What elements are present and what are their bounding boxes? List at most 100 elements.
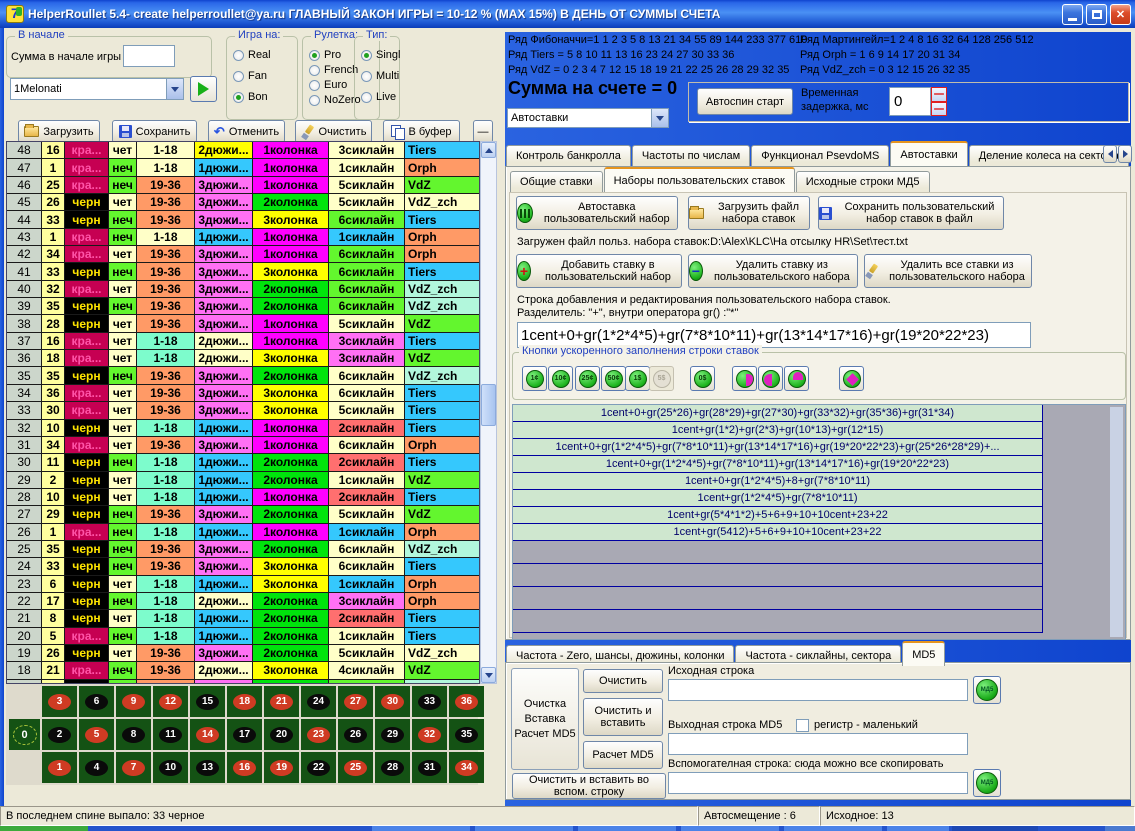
board-cell-12[interactable]: 12 bbox=[153, 686, 188, 717]
table-row[interactable]: 2433черннеч19-363дюжи...3колонка6сиклайн… bbox=[7, 558, 480, 575]
md5-aux-icon-button[interactable]: МД5 bbox=[973, 769, 1001, 797]
radio-icon[interactable] bbox=[233, 71, 244, 82]
sector-top-icon[interactable] bbox=[784, 366, 809, 391]
board-cell-25[interactable]: 25 bbox=[338, 752, 373, 783]
board-cell-5[interactable]: 5 bbox=[79, 719, 114, 750]
delete-bet-button[interactable]: − Удалить ставку из пользовательского на… bbox=[688, 254, 858, 288]
chip-50¢[interactable]: 50¢ bbox=[601, 366, 626, 391]
spinner-down-icon[interactable] bbox=[931, 102, 947, 117]
table-row[interactable]: 3436кра...чет19-363дюжи...3колонка6сикла… bbox=[7, 385, 480, 402]
tab-freq-2[interactable]: MD5 bbox=[902, 641, 945, 666]
table-row[interactable]: 4816кра...чет1-182дюжи...1колонка3сиклай… bbox=[7, 142, 480, 159]
chip-1$[interactable]: 1$ bbox=[625, 366, 650, 391]
md5-calc-icon-button[interactable]: МД5 bbox=[973, 676, 1001, 704]
radio-icon[interactable] bbox=[361, 71, 372, 82]
table-row[interactable]: 1926чернчет19-363дюжи...2колонка5сиклайн… bbox=[7, 645, 480, 662]
board-cell-26[interactable]: 26 bbox=[338, 719, 373, 750]
load-bet-file-button[interactable]: Загрузить файл набора ставок bbox=[688, 196, 810, 230]
table-row[interactable]: 2729черннеч19-363дюжи...2колонка5сиклайн… bbox=[7, 506, 480, 523]
table-row[interactable]: 4133черннеч19-363дюжи...3колонка6сиклайн… bbox=[7, 263, 480, 280]
bet-set-row[interactable]: 1cent+0+gr(1*2*4*5)+8+gr(7*8*10*11) bbox=[513, 473, 1043, 490]
board-cell-7[interactable]: 7 bbox=[116, 752, 151, 783]
autospin-start-button[interactable]: Автоспин старт bbox=[697, 88, 793, 115]
table-row[interactable]: 4234кра...чет19-363дюжи...1колонка6сикла… bbox=[7, 246, 480, 263]
scatter-icon[interactable] bbox=[839, 366, 864, 391]
table-row[interactable]: 3134кра...чет19-363дюжи...1колонка6сикла… bbox=[7, 437, 480, 454]
md5-action-box[interactable]: Очистка Вставка Расчет MD5 bbox=[511, 668, 579, 770]
tab-main-1[interactable]: Частоты по числам bbox=[632, 145, 750, 166]
taskbar-window-button-active[interactable] bbox=[952, 826, 1038, 831]
taskbar-window-button[interactable] bbox=[578, 826, 676, 831]
bet-set-row-empty[interactable] bbox=[513, 610, 1043, 633]
taskbar-window-button[interactable] bbox=[475, 826, 573, 831]
play-button[interactable] bbox=[190, 76, 217, 102]
radio-icon[interactable] bbox=[309, 65, 320, 76]
spin-history-table[interactable]: 4816кра...чет1-182дюжи...1колонка3сиклай… bbox=[6, 141, 480, 684]
toolbar-button-undo-icon[interactable]: ↶Отменить bbox=[208, 120, 285, 143]
radio-option-real[interactable]: Real bbox=[233, 49, 271, 61]
board-cell-24[interactable]: 24 bbox=[301, 686, 336, 717]
radio-option-pro[interactable]: Pro bbox=[309, 49, 341, 61]
table-row[interactable]: 471кра...неч1-181дюжи...1колонка1сиклайн… bbox=[7, 159, 480, 176]
table-row[interactable]: 3011черннеч1-181дюжи...2колонка2сиклайнT… bbox=[7, 454, 480, 471]
radio-option-bon[interactable]: Bon bbox=[233, 91, 268, 103]
table-row[interactable]: 3210чернчет1-181дюжи...1колонка2сиклайнT… bbox=[7, 420, 480, 437]
table-row[interactable]: 4625кра...неч19-363дюжи...1колонка5сикла… bbox=[7, 177, 480, 194]
table-row[interactable]: 261кра...неч1-181дюжи...1колонка1сиклайн… bbox=[7, 524, 480, 541]
board-cell-33[interactable]: 33 bbox=[412, 686, 447, 717]
history-scrollbar[interactable] bbox=[480, 141, 497, 684]
table-row[interactable]: 205кра...неч1-181дюжи...2колонка1сиклайн… bbox=[7, 628, 480, 645]
sector-left-icon[interactable] bbox=[758, 366, 783, 391]
table-row[interactable]: 1821кра...неч19-362дюжи...3колонка4сикла… bbox=[7, 662, 480, 679]
radio-icon[interactable] bbox=[309, 80, 320, 91]
chip-25¢[interactable]: 25¢ bbox=[575, 366, 600, 391]
board-cell-32[interactable]: 32 bbox=[412, 719, 447, 750]
board-cell-13[interactable]: 13 bbox=[190, 752, 225, 783]
board-cell-31[interactable]: 31 bbox=[412, 752, 447, 783]
delay-spinner[interactable]: 0 bbox=[889, 87, 949, 116]
bet-set-row-empty[interactable] bbox=[513, 541, 1043, 564]
board-cell-36[interactable]: 36 bbox=[449, 686, 484, 717]
board-cell-19[interactable]: 19 bbox=[264, 752, 299, 783]
table-row[interactable]: 4032кра...чет19-363дюжи...2колонка6сикла… bbox=[7, 281, 480, 298]
bet-set-row[interactable]: 1cent+gr(5*4*1*2)+5+6+9+10+10cent+23+22 bbox=[513, 507, 1043, 524]
table-row[interactable]: 4433черннеч19-363дюжи...3колонка6сиклайн… bbox=[7, 211, 480, 228]
radio-option-french[interactable]: French bbox=[309, 64, 358, 76]
start-sum-input[interactable] bbox=[123, 45, 175, 67]
board-cell-4[interactable]: 4 bbox=[79, 752, 114, 783]
radio-option-singl[interactable]: Singl bbox=[361, 49, 400, 61]
toolbar-button-save-icon[interactable]: Сохранить bbox=[112, 120, 197, 143]
tab-sub-1[interactable]: Наборы пользовательских ставок bbox=[604, 167, 795, 192]
bet-set-row[interactable]: 1cent+gr(5412)+5+6+9+10+10cent+23+22 bbox=[513, 524, 1043, 541]
board-cell-8[interactable]: 8 bbox=[116, 719, 151, 750]
board-cell-20[interactable]: 20 bbox=[264, 719, 299, 750]
maximize-button[interactable] bbox=[1086, 4, 1107, 25]
board-cell-29[interactable]: 29 bbox=[375, 719, 410, 750]
table-row[interactable]: 3330кра...чет19-363дюжи...3колонка5сикла… bbox=[7, 402, 480, 419]
toolbar-button-folder-open-icon[interactable]: Загрузить bbox=[18, 120, 100, 143]
table-row[interactable]: 431кра...неч1-181дюжи...1колонка1сиклайн… bbox=[7, 229, 480, 246]
aux-string-input[interactable] bbox=[668, 772, 968, 794]
board-cell-22[interactable]: 22 bbox=[301, 752, 336, 783]
radio-icon[interactable] bbox=[233, 92, 244, 103]
board-cell-zero[interactable]: 0 bbox=[9, 719, 40, 750]
source-string-input[interactable] bbox=[668, 679, 968, 701]
taskbar-window-button[interactable] bbox=[784, 826, 882, 831]
delete-all-bets-button[interactable]: Удалить все ставки из пользовательского … bbox=[864, 254, 1032, 288]
radio-icon[interactable] bbox=[233, 50, 244, 61]
board-cell-17[interactable]: 17 bbox=[227, 719, 262, 750]
clear-button[interactable]: Очистить bbox=[583, 669, 663, 693]
tab-sub-0[interactable]: Общие ставки bbox=[510, 171, 603, 192]
table-row[interactable]: 236чернчет1-181дюжи...3колонка1сиклайнOr… bbox=[7, 576, 480, 593]
bet-set-row-empty[interactable] bbox=[513, 587, 1043, 610]
tab-main-2[interactable]: Функционал PsevdoMS bbox=[751, 145, 889, 166]
toolbar-button-brush-icon[interactable]: Очистить bbox=[295, 120, 372, 143]
toolbar-button-copy-icon[interactable]: В буфер bbox=[383, 120, 460, 143]
board-cell-18[interactable]: 18 bbox=[227, 686, 262, 717]
board-cell-14[interactable]: 14 bbox=[190, 719, 225, 750]
bets-scroll-track[interactable] bbox=[1110, 407, 1123, 637]
board-cell-16[interactable]: 16 bbox=[227, 752, 262, 783]
bet-set-row[interactable]: 1cent+gr(1*2)+gr(2*3)+gr(10*13)+gr(12*15… bbox=[513, 422, 1043, 439]
board-cell-1[interactable]: 1 bbox=[42, 752, 77, 783]
board-cell-21[interactable]: 21 bbox=[264, 686, 299, 717]
